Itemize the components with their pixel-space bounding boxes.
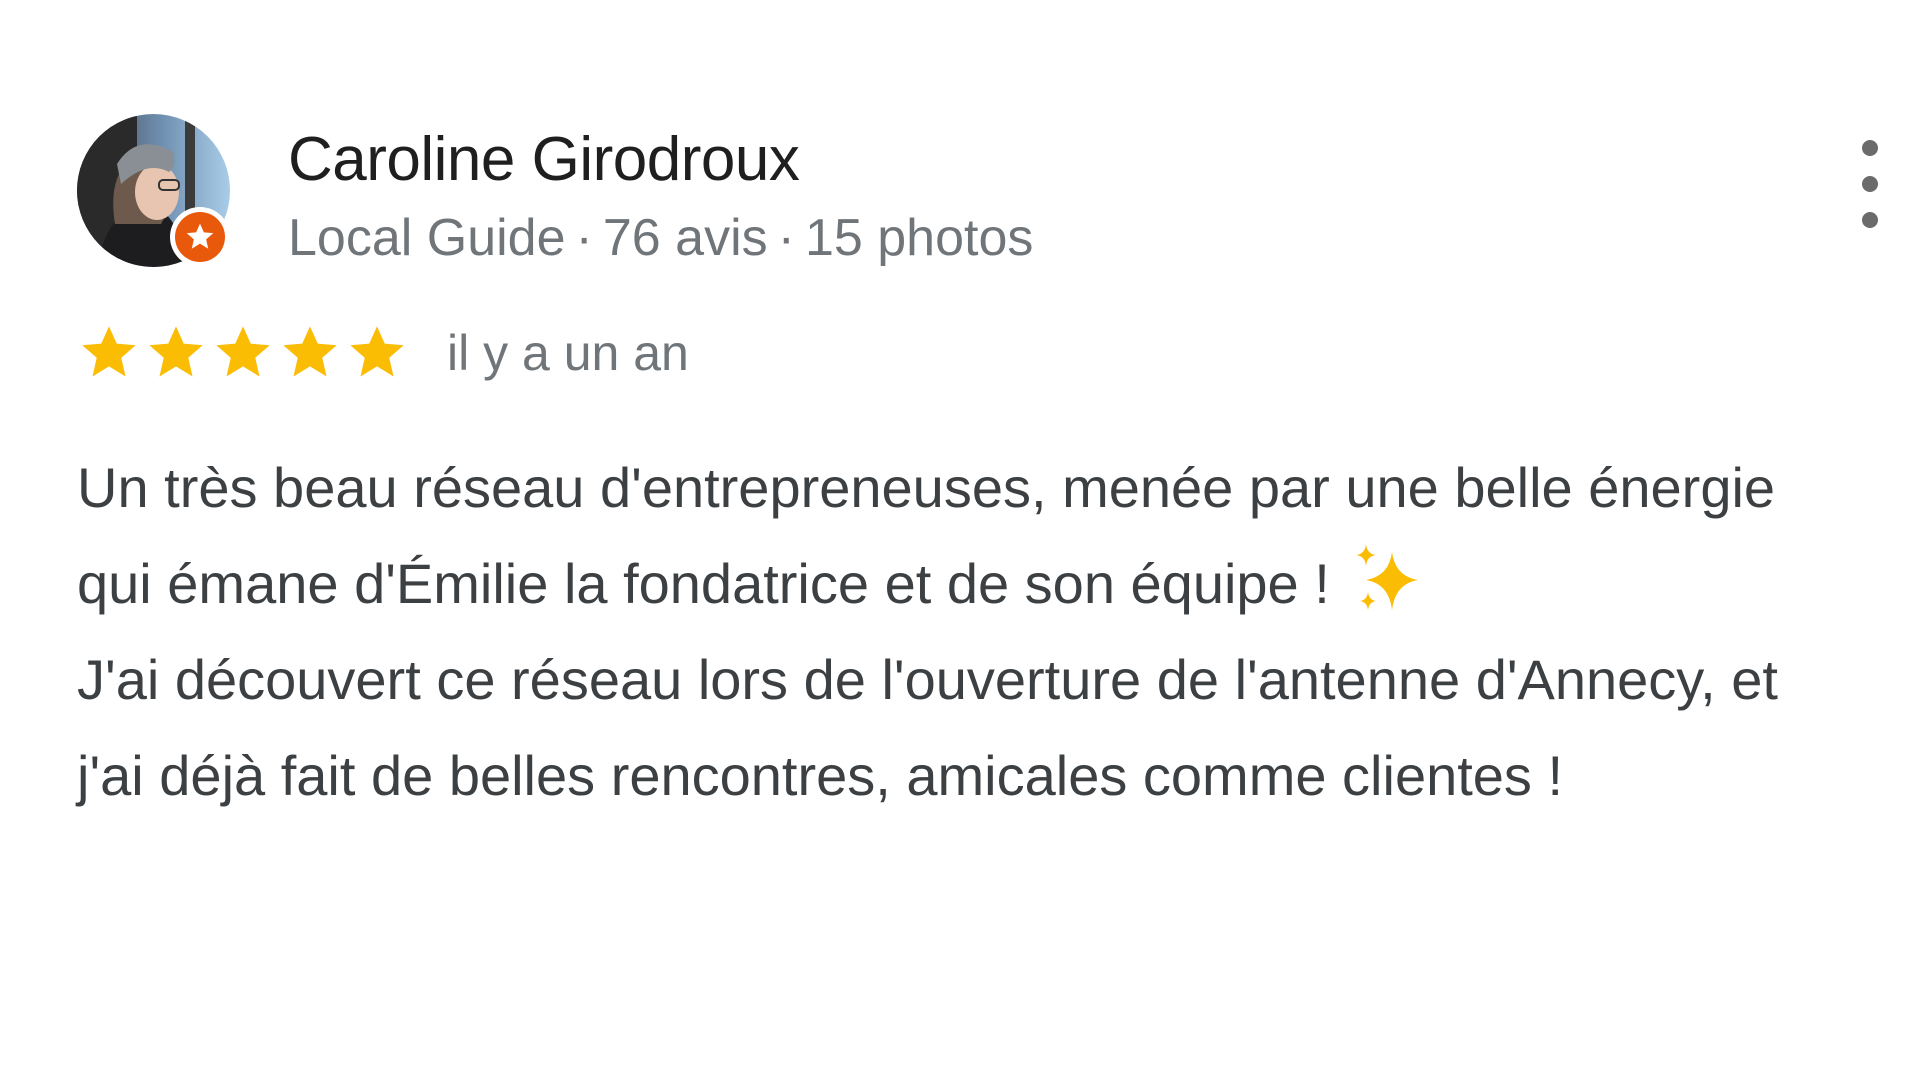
- more-vertical-icon: [1862, 212, 1878, 228]
- star-icon: [283, 326, 337, 377]
- more-vertical-icon: [1862, 140, 1878, 156]
- reviewer-name[interactable]: Caroline Girodroux: [288, 124, 800, 195]
- review-paragraph: Un très beau réseau d'entrepreneuses, me…: [77, 440, 1857, 632]
- star-rating: [77, 321, 409, 385]
- sparkles-icon: [1348, 540, 1428, 620]
- meta-separator: ·: [777, 209, 795, 267]
- local-guide-label: Local Guide: [288, 209, 566, 267]
- star-icon: [149, 326, 203, 377]
- star-icon: [350, 326, 404, 377]
- local-guide-badge: [170, 207, 230, 267]
- review-timestamp: il y a un an: [447, 325, 689, 381]
- review-paragraph: J'ai découvert ce réseau lors de l'ouver…: [77, 648, 1778, 807]
- rating-row: il y a un an: [77, 318, 689, 388]
- meta-separator: ·: [575, 209, 593, 267]
- star-badge-icon: [175, 212, 225, 262]
- reviewer-meta: Local Guide · 76 avis · 15 photos: [288, 208, 1033, 268]
- star-icon: [216, 326, 270, 377]
- more-vertical-icon: [1862, 176, 1878, 192]
- reviewer-avatar[interactable]: [77, 114, 230, 267]
- review-body: Un très beau réseau d'entrepreneuses, me…: [77, 440, 1857, 824]
- star-icon: [82, 326, 136, 377]
- review-card: Caroline Girodroux Local Guide · 76 avis · 1…: [0, 0, 1920, 1080]
- more-options-button[interactable]: [1846, 140, 1894, 228]
- review-count: 76 avis: [602, 209, 768, 267]
- photo-count: 15 photos: [804, 209, 1034, 267]
